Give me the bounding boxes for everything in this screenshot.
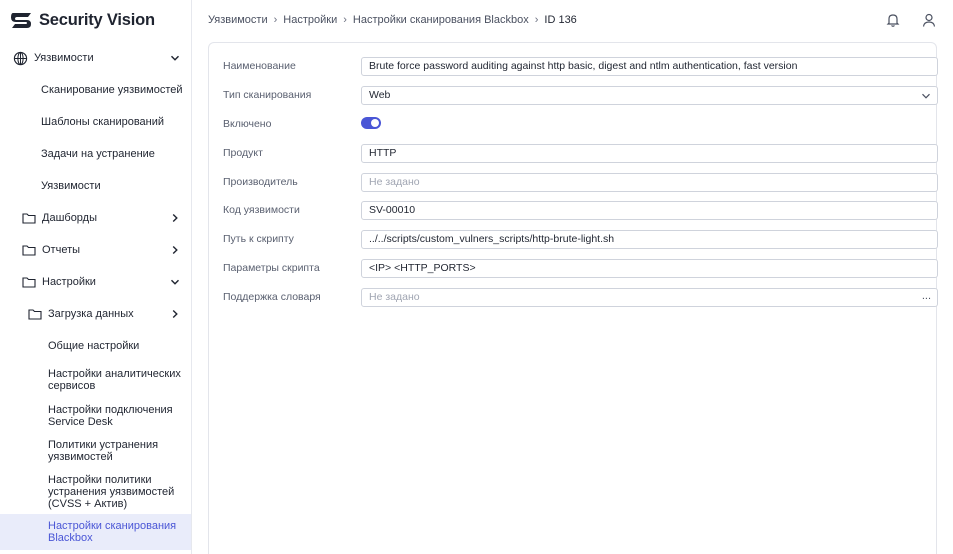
sidebar-item-vuln-scanning[interactable]: Сканирование уязвимостей — [0, 80, 191, 100]
form-row-script-path: Путь к скрипту ../../scripts/custom_vuln… — [223, 229, 938, 249]
name-value: Brute force password auditing against ht… — [369, 60, 798, 72]
sidebar-item-label: Уязвимости — [41, 180, 101, 192]
form-row-script-params: Параметры скрипта <IP> <HTTP_PORTS> — [223, 258, 938, 278]
sidebar-item-remediation-policy-settings[interactable]: Настройки политики устранения уязвимосте… — [0, 472, 191, 512]
breadcrumb-blackbox-settings[interactable]: Настройки сканирования Blackbox — [353, 14, 529, 26]
sidebar-item-label: Настройки — [42, 276, 96, 288]
vuln-code-value: SV-00010 — [369, 204, 416, 216]
folder-icon — [28, 308, 42, 320]
sidebar-item-remediation-tasks[interactable]: Задачи на устранение — [0, 144, 191, 164]
vendor-field[interactable]: Не задано — [361, 172, 938, 192]
sidebar-item-general-settings[interactable]: Общие настройки — [0, 336, 191, 356]
product-label: Продукт — [223, 147, 263, 159]
script-path-label: Путь к скрипту — [223, 233, 294, 245]
bell-icon[interactable] — [885, 12, 901, 31]
chevron-down-icon — [922, 93, 930, 99]
sidebar-item-label: Настройки подключения Service Desk — [48, 404, 173, 428]
breadcrumb-separator: › — [534, 14, 539, 26]
name-label: Наименование — [223, 60, 296, 72]
sidebar-item-analytics-services[interactable]: Настройки аналитических сервисов — [0, 366, 191, 394]
globe-icon — [13, 51, 28, 65]
scan-type-value: Web — [369, 89, 391, 101]
chevron-down-icon — [170, 277, 180, 287]
sidebar-item-label: Уязвимости — [34, 52, 94, 64]
breadcrumb-settings[interactable]: Настройки — [283, 14, 337, 26]
form-row-scan-type: Тип сканирования Web — [223, 85, 938, 105]
product-field[interactable]: HTTP — [361, 143, 938, 163]
sidebar-item-label: Настройки аналитических сервисов — [48, 368, 181, 392]
sidebar-item-dashboards[interactable]: Дашборды — [0, 208, 191, 228]
sidebar-item-label: Настройки политики устранения уязвимосте… — [48, 474, 175, 510]
form-row-enabled: Включено — [223, 114, 923, 134]
sidebar-item-label: Дашборды — [42, 212, 97, 224]
sidebar-item-label: Политики устранения уязвимостей — [48, 439, 159, 463]
enabled-label: Включено — [223, 118, 272, 130]
breadcrumb: Уязвимости › Настройки › Настройки скани… — [208, 14, 577, 26]
sidebar-item-vulnerabilities[interactable]: Уязвимости — [0, 48, 191, 68]
dictionary-label: Поддержка словаря — [223, 291, 321, 303]
script-path-field[interactable]: ../../scripts/custom_vulners_scripts/htt… — [361, 229, 938, 249]
chevron-right-icon — [170, 213, 180, 223]
sidebar-item-blackbox-scan-settings[interactable]: Настройки сканирования Blackbox — [0, 514, 191, 550]
sidebar-item-label: Загрузка данных — [48, 308, 134, 320]
product-value: HTTP — [369, 147, 397, 159]
sidebar-item-label: Отчеты — [42, 244, 81, 256]
form-row-vuln-code: Код уязвимости SV-00010 — [223, 200, 938, 220]
vuln-code-field[interactable]: SV-00010 — [361, 200, 938, 220]
name-field[interactable]: Brute force password auditing against ht… — [361, 56, 938, 76]
sidebar-item-vulnerabilities-list[interactable]: Уязвимости — [0, 176, 191, 196]
vuln-code-label: Код уязвимости — [223, 204, 300, 216]
sidebar-item-label: Задачи на устранение — [41, 148, 155, 160]
sidebar-item-remediation-policies[interactable]: Политики устранения уязвимостей — [0, 437, 191, 465]
sidebar-item-label: Общие настройки — [48, 340, 140, 352]
form-row-product: Продукт HTTP — [223, 143, 938, 163]
scan-type-label: Тип сканирования — [223, 89, 312, 101]
chevron-down-icon — [170, 53, 180, 63]
folder-icon — [22, 244, 36, 256]
sidebar-item-label: Шаблоны сканирований — [41, 116, 165, 128]
enabled-toggle[interactable] — [361, 117, 381, 129]
script-params-field[interactable]: <IP> <HTTP_PORTS> — [361, 258, 938, 278]
script-path-value: ../../scripts/custom_vulners_scripts/htt… — [369, 233, 615, 245]
sidebar: Security Vision Уязвимости Сканирование … — [0, 0, 192, 554]
form-row-vendor: Производитель Не задано — [223, 172, 938, 192]
sidebar-item-service-desk[interactable]: Настройки подключения Service Desk — [0, 402, 191, 430]
sidebar-item-reports[interactable]: Отчеты — [0, 240, 191, 260]
logo[interactable]: Security Vision — [9, 9, 155, 31]
dictionary-field[interactable]: Не задано ... — [361, 287, 938, 307]
chevron-right-icon — [170, 245, 180, 255]
topbar: Уязвимости › Настройки › Настройки скани… — [192, 0, 953, 42]
user-icon[interactable] — [921, 12, 937, 31]
topbar-icons — [885, 12, 937, 31]
breadcrumb-separator: › — [343, 14, 347, 26]
sidebar-item-settings[interactable]: Настройки — [0, 272, 191, 292]
folder-icon — [22, 212, 36, 224]
dictionary-browse-button[interactable]: ... — [922, 290, 931, 302]
breadcrumb-vulnerabilities[interactable]: Уязвимости — [208, 14, 268, 26]
breadcrumb-current: ID 136 — [544, 14, 577, 26]
sidebar-item-data-loading[interactable]: Загрузка данных — [0, 304, 191, 324]
scan-type-select[interactable]: Web — [361, 85, 938, 105]
sidebar-item-label: Настройки сканирования Blackbox — [48, 520, 177, 544]
sidebar-item-label: Сканирование уязвимостей — [41, 84, 183, 96]
script-params-label: Параметры скрипта — [223, 262, 320, 274]
breadcrumb-separator: › — [273, 14, 278, 26]
chevron-right-icon — [170, 309, 180, 319]
brand-name: Security Vision — [39, 10, 155, 29]
vendor-placeholder: Не задано — [369, 176, 420, 188]
vendor-label: Производитель — [223, 176, 298, 188]
toggle-knob — [371, 119, 379, 127]
form-row-dictionary: Поддержка словаря Не задано ... — [223, 287, 938, 307]
security-vision-logo-icon — [11, 13, 31, 28]
settings-form-card: Наименование Brute force password auditi… — [208, 42, 938, 554]
dictionary-placeholder: Не задано — [369, 291, 420, 303]
folder-icon — [22, 276, 36, 288]
form-row-name: Наименование Brute force password auditi… — [223, 56, 938, 76]
script-params-value: <IP> <HTTP_PORTS> — [369, 262, 476, 274]
sidebar-item-scan-templates[interactable]: Шаблоны сканирований — [0, 112, 191, 132]
